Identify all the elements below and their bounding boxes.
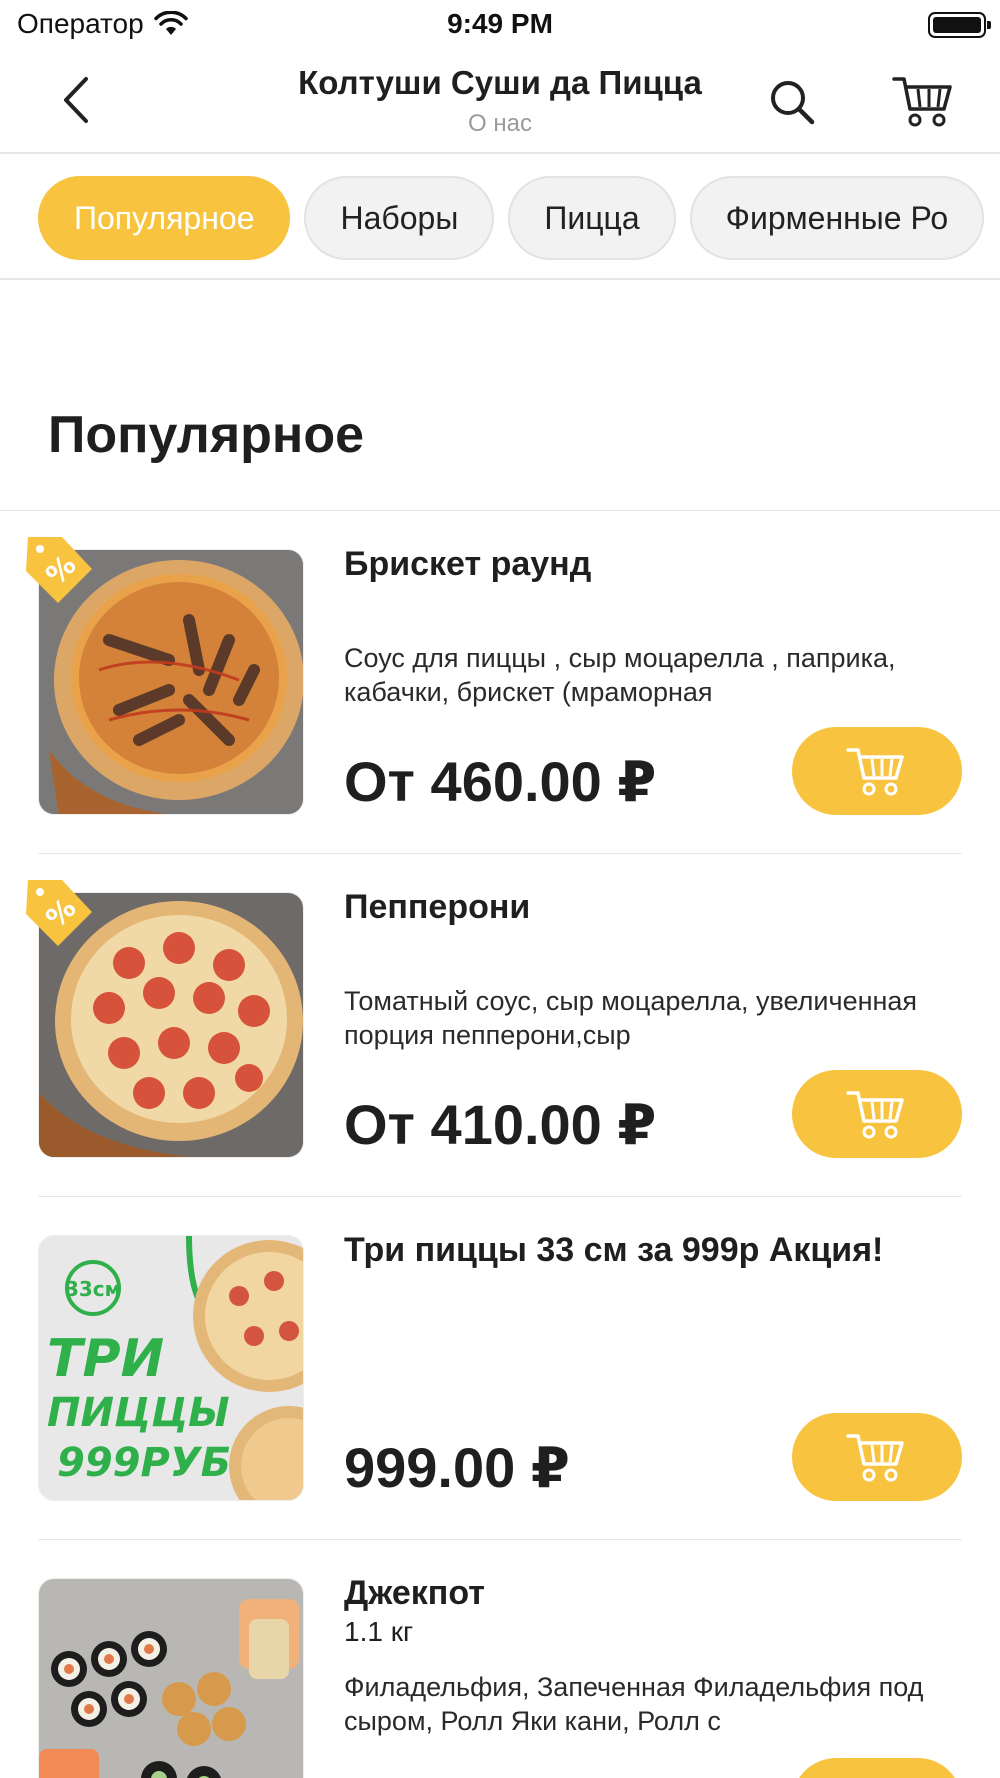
cart-button[interactable] [888, 70, 958, 132]
add-to-cart-button[interactable] [792, 1070, 962, 1158]
product-card[interactable]: Джекпот 1.1 кг Филадельфия, Запеченная Ф… [0, 1540, 1000, 1778]
category-chips: Популярное Наборы Пицца Фирменные Ро [38, 176, 985, 260]
search-icon [771, 81, 815, 125]
product-card[interactable]: % Пепперони Томатный соус, сыр моцарелла… [0, 854, 1000, 1197]
battery-icon [928, 12, 991, 38]
product-image[interactable] [38, 1578, 304, 1778]
promo-size-text: 33см [65, 1277, 121, 1301]
shopping-cart-icon [892, 77, 952, 127]
product-description: Филадельфия, Запеченная Филадельфия под … [344, 1672, 924, 1736]
shopping-cart-icon [846, 748, 904, 796]
product-image[interactable]: 33см ТРИ ПИЦЦЫ 999РУБ [38, 1235, 304, 1501]
product-price: От 410.00 ₽ [344, 1093, 657, 1156]
product-card[interactable]: 33см ТРИ ПИЦЦЫ 999РУБ Три пиццы 33 см за… [0, 1197, 1000, 1540]
category-chip-sets[interactable]: Наборы [304, 176, 495, 260]
add-to-cart-button[interactable] [792, 1413, 962, 1501]
about-link[interactable]: О нас [0, 110, 1000, 138]
navigation-header: Колтуши Суши да Пицца О нас [0, 50, 1000, 154]
product-price: От 460.00 ₽ [344, 750, 657, 813]
page-title: Колтуши Суши да Пицца [298, 64, 702, 101]
product-description: Соус для пиццы , сыр моцарелла , паприка… [344, 643, 896, 707]
discount-tag-icon: % [26, 880, 92, 946]
search-button[interactable] [762, 74, 822, 130]
status-bar: Оператор 9:49 PM [0, 0, 1000, 50]
shopping-cart-icon [846, 1434, 904, 1482]
add-to-cart-button[interactable] [792, 1758, 962, 1778]
product-weight: 1.1 кг [344, 1616, 414, 1647]
category-chip-popular[interactable]: Популярное [38, 176, 291, 260]
category-chip-pizza[interactable]: Пицца [508, 176, 676, 260]
category-bar: Популярное Наборы Пицца Фирменные Ро [0, 156, 1000, 280]
shopping-cart-icon [846, 1091, 904, 1139]
add-to-cart-button[interactable] [792, 727, 962, 815]
promo-line3-text: 999РУБ [57, 1440, 231, 1486]
product-price: 999.00 ₽ [344, 1436, 570, 1499]
product-description: Томатный соус, сыр моцарелла, увеличенна… [344, 986, 918, 1050]
product-name: Брискет раунд [344, 545, 592, 583]
product-name: Три пиццы 33 см за 999р Акция! [344, 1231, 884, 1269]
section-title: Популярное [48, 406, 365, 464]
promo-line1-text: ТРИ [47, 1329, 164, 1389]
discount-tag-icon: % [26, 537, 92, 603]
product-name: Пепперони [344, 888, 531, 926]
product-name: Джекпот [344, 1574, 485, 1612]
product-card[interactable]: % Брискет раунд Соус для пиццы , сыр моц… [0, 511, 1000, 854]
category-chip-signature-rolls[interactable]: Фирменные Ро [689, 176, 985, 260]
promo-line2-text: ПИЦЦЫ [47, 1390, 230, 1436]
status-time: 9:49 PM [447, 8, 553, 39]
